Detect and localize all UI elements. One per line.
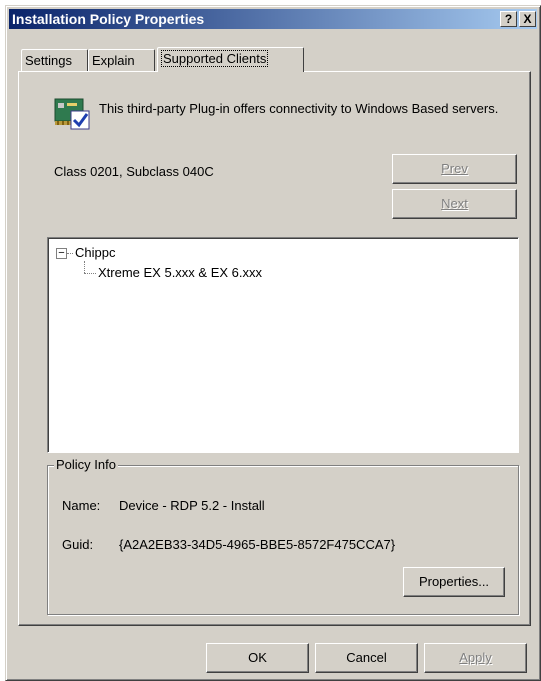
properties-label: Properties... xyxy=(418,574,490,589)
apply-button[interactable]: Apply xyxy=(424,643,527,673)
collapse-icon[interactable]: − xyxy=(56,248,67,259)
title-bar[interactable]: Installation Policy Properties ? X xyxy=(9,9,537,29)
supported-clients-tree[interactable]: − Chippc Xtreme EX 5.xxx & EX 6.xxx xyxy=(47,237,519,453)
guid-label: Guid: xyxy=(62,537,94,552)
tab-settings-label: Settings xyxy=(25,53,72,68)
prev-button[interactable]: Prev xyxy=(392,154,517,184)
name-value: Device - RDP 5.2 - Install xyxy=(119,498,265,513)
close-button[interactable]: X xyxy=(519,11,536,27)
window-title: Installation Policy Properties xyxy=(12,11,205,27)
network-card-icon xyxy=(53,97,93,133)
tree-connector xyxy=(67,253,73,254)
properties-button[interactable]: Properties... xyxy=(403,567,505,597)
next-label: Next xyxy=(441,196,468,211)
policy-info-group: Policy Info Name: Device - RDP 5.2 - Ins… xyxy=(47,457,519,615)
tab-explain[interactable]: Explain xyxy=(88,49,155,71)
plugin-description: This third-party Plug-in offers connecti… xyxy=(99,101,499,116)
tree-branch-line xyxy=(84,273,96,274)
cancel-button[interactable]: Cancel xyxy=(315,643,418,673)
tab-supported-clients[interactable]: Supported Clients xyxy=(157,47,304,72)
policy-info-legend: Policy Info xyxy=(54,457,118,472)
tree-child-node[interactable]: Xtreme EX 5.xxx & EX 6.xxx xyxy=(98,265,262,280)
next-button[interactable]: Next xyxy=(392,189,517,219)
tab-explain-label: Explain xyxy=(92,53,135,68)
tab-supported-clients-label: Supported Clients xyxy=(161,50,269,67)
tree-root-node[interactable]: Chippc xyxy=(75,245,115,260)
guid-value: {A2A2EB33-34D5-4965-BBE5-8572F475CCA7} xyxy=(119,537,396,552)
name-label: Name: xyxy=(62,498,101,513)
help-button[interactable]: ? xyxy=(500,11,517,27)
prev-label: Prev xyxy=(441,161,468,176)
cancel-label: Cancel xyxy=(346,650,387,665)
apply-label: Apply xyxy=(459,650,492,665)
ok-button[interactable]: OK xyxy=(206,643,309,673)
tab-settings[interactable]: Settings xyxy=(21,49,88,71)
tree-branch-line xyxy=(84,261,85,273)
class-info: Class 0201, Subclass 040C xyxy=(54,164,214,179)
ok-label: OK xyxy=(248,650,267,665)
